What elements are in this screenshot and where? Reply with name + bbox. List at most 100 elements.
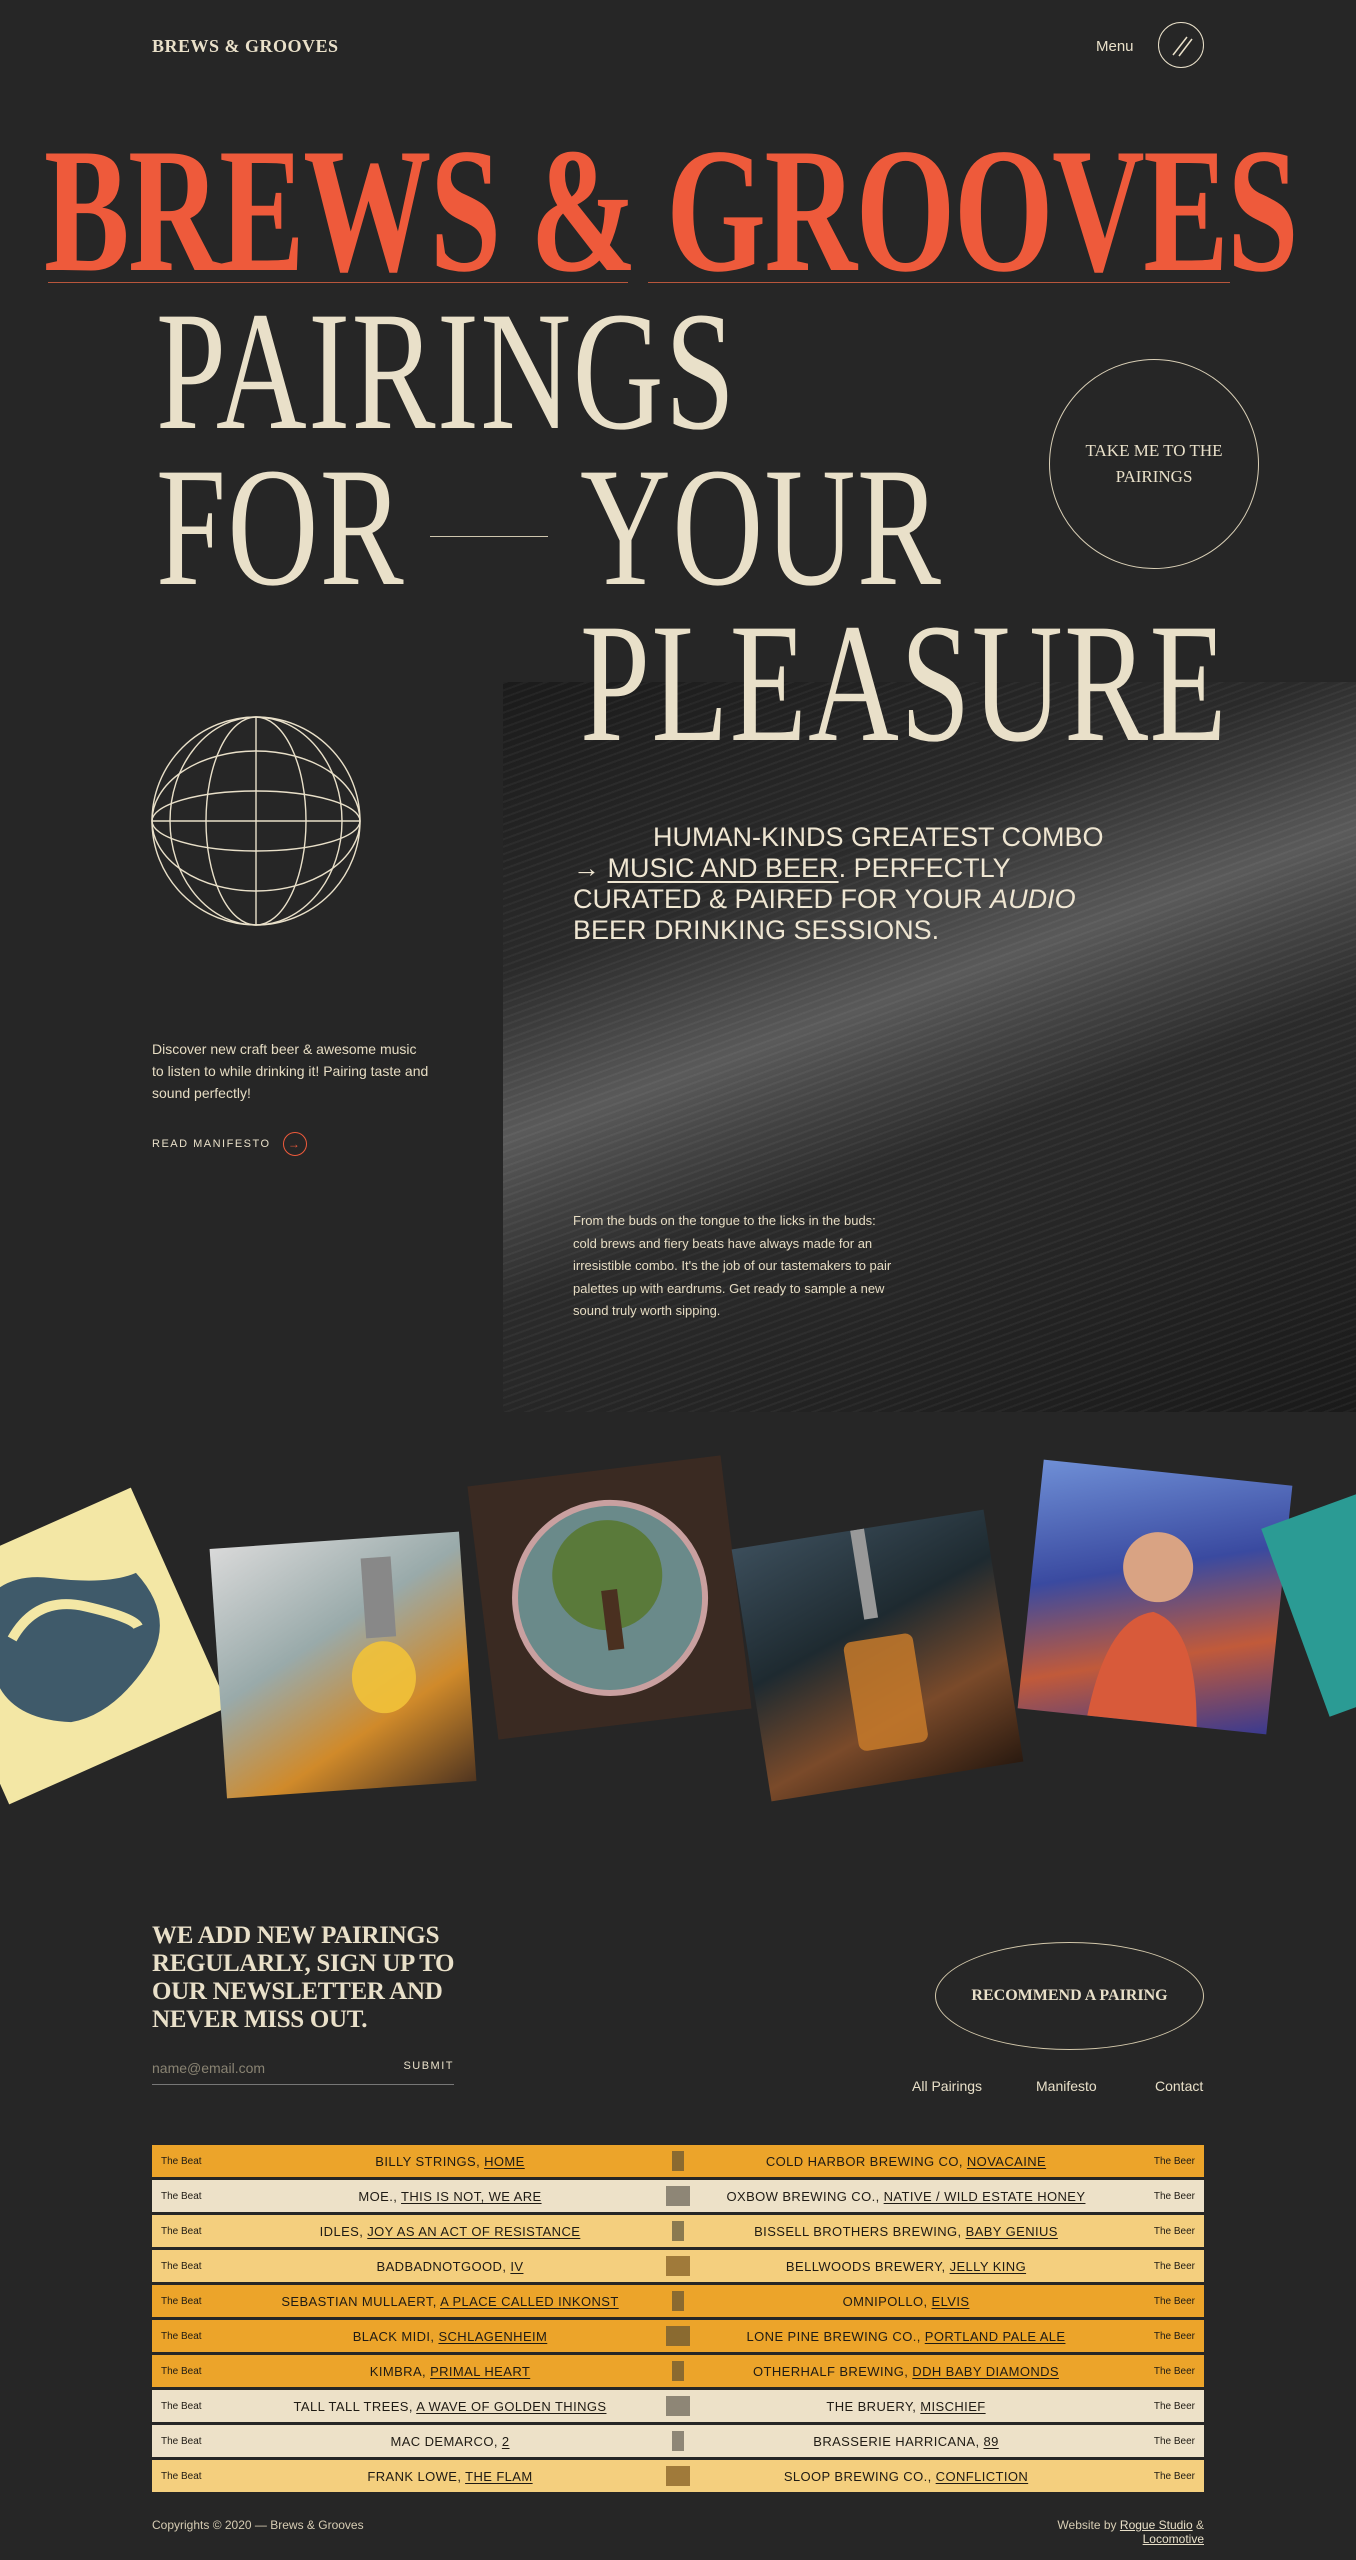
beer-pour-photo[interactable] [209,1531,477,1799]
hero-brand-title: BREWS & GROOVES [44,111,1299,309]
beer-glass-illustration [351,1556,416,1714]
pairing-row[interactable]: The Beat KIMBRA, PRIMAL HEART OTHERHALF BR… [152,2355,1204,2390]
album-link[interactable]: IV [510,2259,523,2274]
beer-label: The Beer [1153,2190,1195,2202]
beat-label: The Beat [161,2470,202,2482]
beat-label: The Beat [161,2365,202,2377]
beat-label: The Beat [161,2190,202,2202]
album-link[interactable]: 2 [502,2434,510,2449]
pairing-row[interactable]: The Beat IDLES, JOY AS AN ACT OF RESISTAN… [152,2215,1204,2250]
nav-all-pairings[interactable]: All Pairings [912,2078,982,2094]
recommend-label: RECOMMEND A PAIRING [971,1987,1168,2004]
hero-line-pleasure: PLEASURE [580,589,1228,777]
pairing-row[interactable]: The Beat MAC DEMARCO, 2 BRASSERIE HARRICAN… [152,2425,1204,2460]
beer-cell: THE BRUERY, MISCHIEF [698,2399,1114,2414]
brewery-name: BRASSERIE HARRICANA, [813,2433,980,2449]
beer-label: The Beer [1153,2295,1195,2307]
beer-link[interactable]: ELVIS [932,2294,970,2309]
music-cell: IDLES, JOY AS AN ACT OF RESISTANCE [242,2224,658,2239]
album-link[interactable]: A PLACE CALLED INKONST [440,2294,619,2309]
submit-button[interactable]: SUBMIT [403,2060,454,2076]
beer-link[interactable]: NOVACAINE [967,2154,1046,2169]
take-me-label: TAKE ME TO THE PAIRINGS [1085,441,1223,486]
recommend-pairing-button[interactable]: RECOMMEND A PAIRING [935,1942,1204,2050]
beat-label: The Beat [161,2400,202,2412]
beer-link[interactable]: MISCHIEF [920,2399,985,2414]
tagline-text-2: . [838,853,847,883]
beer-link[interactable]: NATIVE / WILD ESTATE HONEY [884,2189,1086,2204]
artist-name: MAC DEMARCO, [390,2433,498,2449]
artist-name: BLACK MIDI, [352,2328,435,2344]
email-input[interactable]: name@email.com [152,2060,265,2076]
pairing-row[interactable]: The Beat FRANK LOWE, THE FLAM SLOOP BREWIN… [152,2460,1204,2495]
brewery-name: THE BRUERY, [826,2398,917,2414]
pairing-row[interactable]: The Beat SEBASTIAN MULLAERT, A PLACE CALL… [152,2285,1204,2320]
menu-button[interactable] [1158,22,1204,68]
pairing-row[interactable]: The Beat BILLY STRINGS, HOME COLD HARBOR B… [152,2145,1204,2180]
album-link[interactable]: THE FLAM [465,2469,532,2484]
pairing-row[interactable]: The Beat TALL TALL TREES, A WAVE OF GOLDE… [152,2390,1204,2425]
pairings-table: The Beat BILLY STRINGS, HOME COLD HARBOR B… [152,2145,1204,2495]
read-manifesto-link[interactable]: READ MANIFESTO → [152,1132,307,1156]
site-credit: Website by Rogue Studio & Locomotive [1000,2518,1204,2546]
tree-album-cover[interactable] [467,1455,752,1740]
brewery-name: OTHERHALF BREWING, [753,2363,909,2379]
locomotive-link[interactable]: Locomotive [1143,2532,1204,2546]
beer-label: The Beer [1153,2435,1195,2447]
beer-label: The Beer [1153,2365,1195,2377]
take-me-to-pairings-button[interactable]: TAKE ME TO THE PAIRINGS [1049,359,1259,569]
beat-label: The Beat [161,2225,202,2237]
panel-description: From the buds on the tongue to the licks… [573,1213,892,1318]
album-link[interactable]: PRIMAL HEART [430,2364,530,2379]
beer-link[interactable]: DDH BABY DIAMONDS [912,2364,1059,2379]
beer-link[interactable]: 89 [983,2434,998,2449]
brewery-name: OXBOW BREWING CO., [726,2188,880,2204]
menu-slash-icon [1172,36,1193,57]
brewery-name: BELLWOODS BREWERY, [785,2258,946,2274]
pairing-divider [662,2221,694,2241]
hero-line-for: FOR [156,433,406,621]
beer-cell: OMNIPOLLO, ELVIS [698,2294,1114,2309]
nav-manifesto[interactable]: Manifesto [1036,2078,1097,2094]
music-cell: FRANK LOWE, THE FLAM [242,2469,658,2484]
music-and-beer-link[interactable]: MUSIC AND BEER [608,853,839,883]
beer-cell: BELLWOODS BREWERY, JELLY KING [698,2259,1114,2274]
beer-link[interactable]: CONFLICTION [936,2469,1029,2484]
beer-cell: SLOOP BREWING CO., CONFLICTION [698,2469,1114,2484]
beer-link[interactable]: JELLY KING [950,2259,1027,2274]
beer-label: The Beer [1153,2470,1195,2482]
artist-album-cover[interactable] [1017,1459,1293,1735]
beat-label: The Beat [161,2295,202,2307]
pairing-row[interactable]: The Beat BLACK MIDI, SCHLAGENHEIM LONE PIN… [152,2320,1204,2355]
album-link[interactable]: HOME [484,2154,525,2169]
artist-name: MOE., [358,2188,398,2204]
beer-cell: BISSELL BROTHERS BREWING, BABY GENIUS [698,2224,1114,2239]
album-cover-card[interactable] [0,1487,229,1805]
menu-label[interactable]: Menu [1096,38,1134,55]
beer-link[interactable]: PORTLAND PALE ALE [925,2329,1066,2344]
pairing-divider [662,2151,694,2171]
newsletter-form: name@email.com SUBMIT [152,2060,454,2085]
pairing-row[interactable]: The Beat MOE., THIS IS NOT, WE ARE OXBOW B… [152,2180,1204,2215]
album-link[interactable]: A WAVE OF GOLDEN THINGS [416,2399,606,2414]
music-cell: SEBASTIAN MULLAERT, A PLACE CALLED INKON… [242,2294,658,2309]
nav-contact[interactable]: Contact [1155,2078,1203,2094]
beer-cell: BRASSERIE HARRICANA, 89 [698,2434,1114,2449]
pairing-row[interactable]: The Beat BADBADNOTGOOD, IV BELLWOODS BREWE… [152,2250,1204,2285]
music-cell: BADBADNOTGOOD, IV [242,2259,658,2274]
brand-logo[interactable]: BREWS & GROOVES [152,36,339,57]
tagline-italic: AUDIO [990,884,1076,914]
pairing-divider [662,2291,694,2311]
copyright: Copyrights © 2020 — Brews & Grooves [152,2518,364,2532]
album-link[interactable]: JOY AS AN ACT OF RESISTANCE [367,2224,580,2239]
album-link[interactable]: SCHLAGENHEIM [438,2329,547,2344]
rogue-studio-link[interactable]: Rogue Studio [1120,2518,1193,2532]
beer-label: The Beer [1153,2225,1195,2237]
artist-name: KIMBRA, [369,2363,427,2379]
credit-amp: & [1195,2518,1204,2532]
beer-link[interactable]: BABY GENIUS [966,2224,1058,2239]
album-link[interactable]: THIS IS NOT, WE ARE [401,2189,542,2204]
intro-description: Discover new craft beer & awesome music … [152,1041,429,1101]
beer-cell: LONE PINE BREWING CO., PORTLAND PALE ALE [698,2329,1114,2344]
beer-tap-photo[interactable] [731,1509,1024,1802]
